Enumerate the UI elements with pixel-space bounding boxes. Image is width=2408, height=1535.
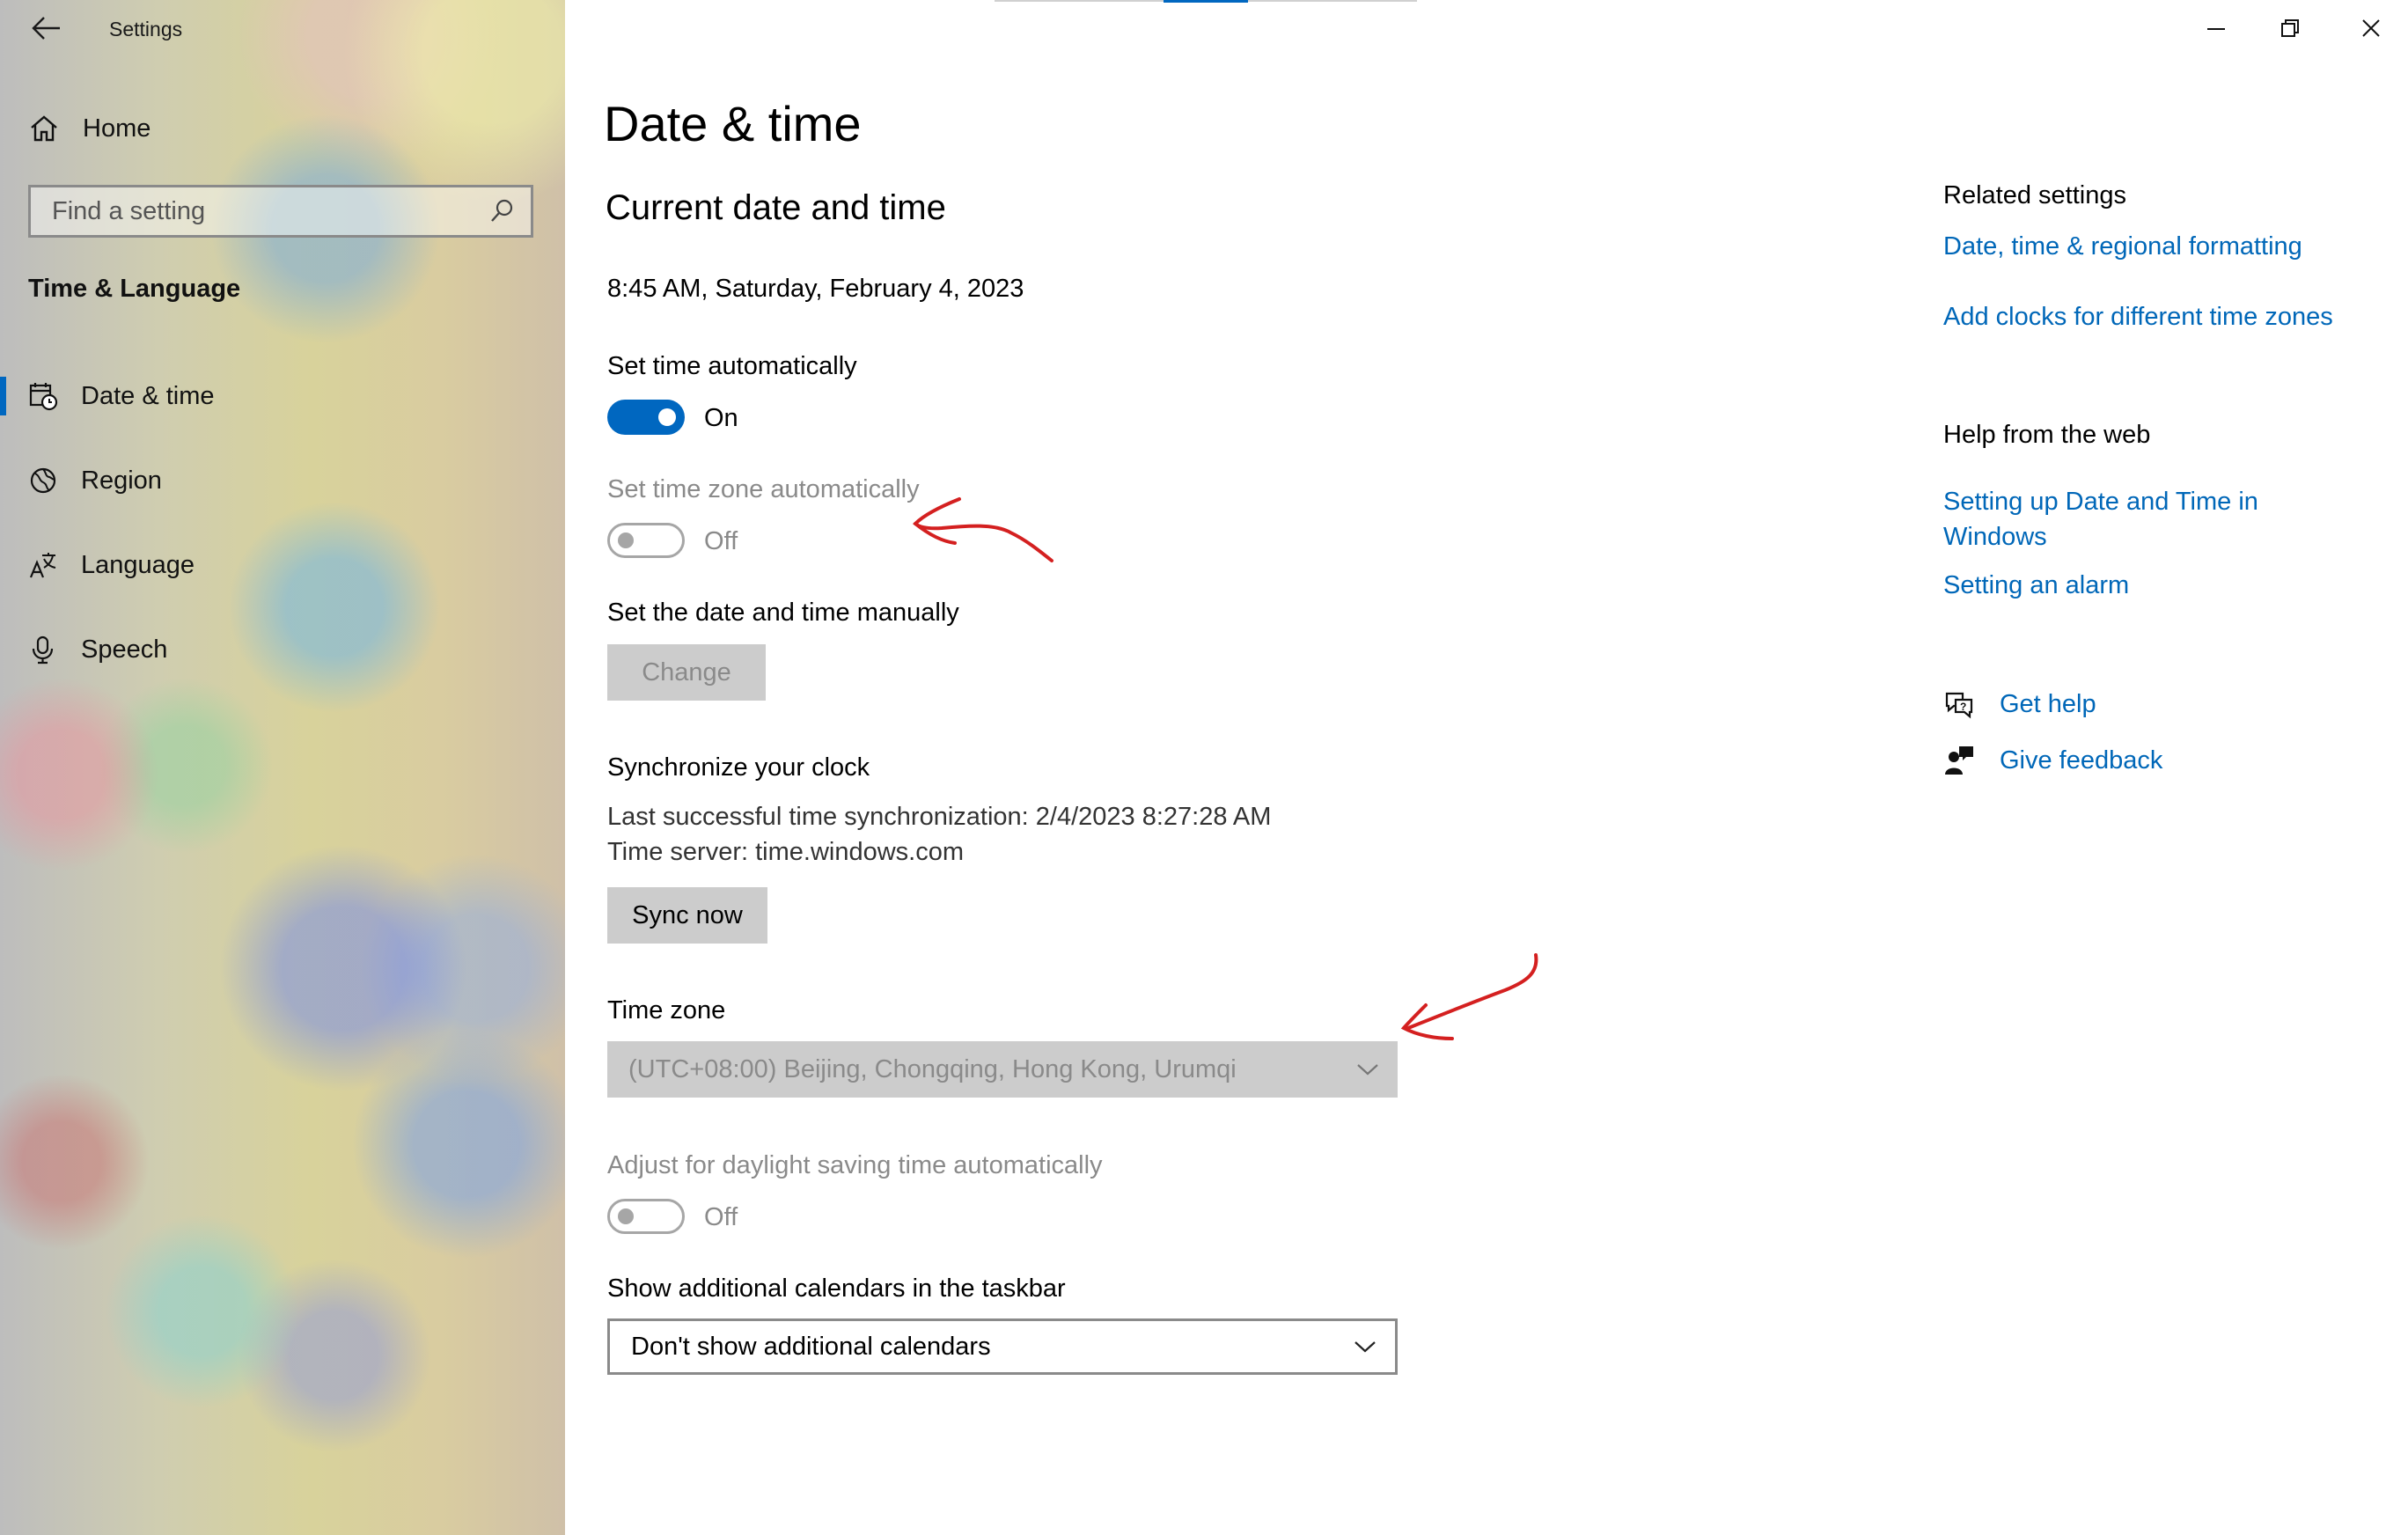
change-button[interactable]: Change bbox=[607, 644, 766, 701]
sync-now-button[interactable]: Sync now bbox=[607, 887, 767, 944]
time-server-text: Time server: time.windows.com bbox=[607, 838, 965, 866]
link-regional-formatting[interactable]: Date, time & regional formatting bbox=[1943, 229, 2302, 264]
set-time-auto-label: Set time automatically bbox=[607, 352, 857, 380]
page-title: Date & time bbox=[604, 96, 862, 151]
section-label: Time & Language bbox=[28, 275, 241, 303]
home-nav[interactable]: Home bbox=[28, 109, 150, 148]
sidebar-item-date-time[interactable]: Date & time bbox=[0, 370, 565, 422]
search-input[interactable] bbox=[50, 195, 476, 227]
time-zone-select[interactable]: (UTC+08:00) Beijing, Chongqing, Hong Kon… bbox=[607, 1041, 1398, 1098]
sidebar-item-label: Region bbox=[81, 466, 162, 495]
additional-calendars-select[interactable]: Don't show additional calendars bbox=[607, 1318, 1398, 1375]
toggle-knob bbox=[658, 408, 676, 426]
calendar-clock-icon bbox=[29, 383, 58, 411]
give-feedback-row[interactable]: Give feedback bbox=[1943, 741, 2162, 780]
microphone-icon bbox=[32, 635, 54, 665]
set-time-auto-toggle[interactable] bbox=[607, 400, 685, 435]
globe-icon bbox=[30, 467, 56, 494]
give-feedback-link: Give feedback bbox=[2000, 745, 2163, 775]
toggle-knob bbox=[618, 1208, 634, 1224]
link-line: Windows bbox=[1943, 523, 2047, 551]
set-timezone-auto-label: Set time zone automatically bbox=[607, 475, 920, 503]
sidebar-item-language[interactable]: Language bbox=[0, 539, 565, 591]
time-zone-value: (UTC+08:00) Beijing, Chongqing, Hong Kon… bbox=[628, 1054, 1237, 1083]
set-time-auto-state: On bbox=[704, 404, 738, 432]
sidebar-item-label: Language bbox=[81, 550, 195, 579]
sync-clock-label: Synchronize your clock bbox=[607, 753, 870, 782]
related-settings-heading: Related settings bbox=[1943, 181, 2126, 209]
back-arrow-icon[interactable] bbox=[28, 12, 63, 44]
main-content: Date & time Current date and time 8:45 A… bbox=[604, 0, 1836, 1535]
chevron-down-icon bbox=[1354, 1341, 1376, 1353]
help-web-heading: Help from the web bbox=[1943, 421, 2151, 449]
set-timezone-auto-toggle[interactable] bbox=[607, 523, 685, 558]
search-box[interactable] bbox=[28, 185, 533, 238]
dst-state: Off bbox=[704, 1203, 738, 1231]
dst-toggle[interactable] bbox=[607, 1199, 685, 1234]
set-timezone-auto-state: Off bbox=[704, 527, 738, 555]
link-setting-up-date-time[interactable]: Setting up Date and Time in Windows bbox=[1943, 484, 2258, 555]
sidebar-item-speech[interactable]: Speech bbox=[0, 623, 565, 676]
svg-text:?: ? bbox=[1960, 701, 1966, 713]
link-add-clocks[interactable]: Add clocks for different time zones bbox=[1943, 299, 2333, 334]
sidebar-item-label: Date & time bbox=[81, 381, 215, 410]
sidebar-item-label: Speech bbox=[81, 635, 168, 664]
sidebar-item-region[interactable]: Region bbox=[0, 454, 565, 507]
additional-calendars-label: Show additional calendars in the taskbar bbox=[607, 1274, 1066, 1303]
home-icon bbox=[31, 115, 57, 142]
related-panel: Related settings Date, time & regional f… bbox=[1943, 0, 2401, 1535]
current-datetime: 8:45 AM, Saturday, February 4, 2023 bbox=[607, 275, 1024, 303]
link-line: Setting up Date and Time in bbox=[1943, 488, 2258, 516]
chevron-down-icon bbox=[1357, 1064, 1378, 1076]
active-indicator bbox=[0, 377, 6, 415]
last-sync-text: Last successful time synchronization: 2/… bbox=[607, 803, 1272, 831]
time-zone-label: Time zone bbox=[607, 996, 726, 1025]
get-help-row[interactable]: ? Get help bbox=[1943, 685, 2096, 723]
link-setting-alarm[interactable]: Setting an alarm bbox=[1943, 568, 2129, 603]
app-title: Settings bbox=[109, 18, 183, 40]
home-label: Home bbox=[83, 114, 151, 143]
search-icon[interactable] bbox=[488, 198, 515, 224]
manual-datetime-label: Set the date and time manually bbox=[607, 599, 959, 627]
get-help-link: Get help bbox=[2000, 689, 2096, 718]
dst-label: Adjust for daylight saving time automati… bbox=[607, 1151, 1103, 1179]
section-heading: Current date and time bbox=[606, 188, 946, 227]
get-help-icon: ? bbox=[1945, 692, 1973, 719]
sidebar: Settings Home Time & Language Date & tim… bbox=[0, 0, 565, 1535]
language-icon bbox=[29, 553, 56, 578]
additional-calendars-value: Don't show additional calendars bbox=[631, 1332, 991, 1361]
toggle-knob bbox=[618, 532, 634, 548]
give-feedback-icon bbox=[1945, 746, 1973, 775]
